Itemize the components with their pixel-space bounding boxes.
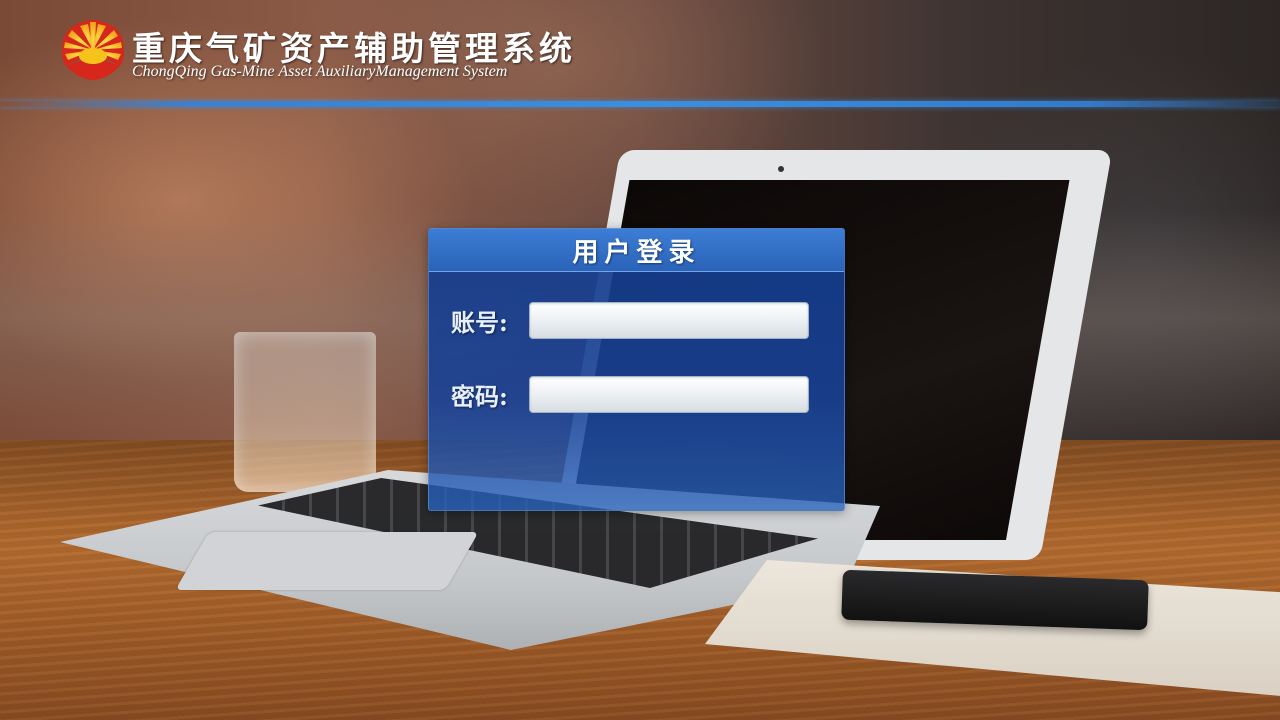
login-header: 用户登录: [429, 229, 844, 272]
petrochina-sun-icon: [62, 20, 124, 80]
password-label: 密码:: [451, 381, 508, 411]
system-title-en: ChongQing Gas-Mine Asset AuxiliaryManage…: [132, 63, 508, 80]
header: 重庆气矿资产辅助管理系统 ChongQing Gas-Mine Asset Au…: [60, 14, 680, 94]
account-row: 账号:: [451, 301, 809, 339]
smartphone: [841, 569, 1149, 631]
password-input[interactable]: [529, 375, 809, 413]
account-input[interactable]: [529, 301, 809, 339]
laptop-camera: [778, 166, 784, 172]
login-panel: 用户登录 账号: 密码:: [428, 228, 845, 511]
water-glass: [234, 332, 376, 492]
header-divider: [0, 101, 1280, 107]
password-row: 密码:: [451, 375, 809, 413]
laptop-trackpad: [175, 532, 479, 590]
login-title: 用户登录: [572, 237, 701, 268]
account-label: 账号:: [451, 307, 508, 337]
